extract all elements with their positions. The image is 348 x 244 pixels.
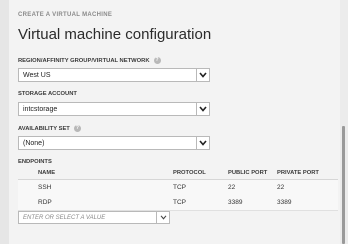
left-rail [0, 0, 9, 244]
column-header-public-port: PUBLIC PORT [228, 170, 268, 176]
region-label-row: REGION/AFFINITY GROUP/VIRTUAL NETWORK ? [18, 57, 161, 64]
endpoints-label: ENDPOINTS [18, 159, 52, 165]
endpoint-protocol: TCP [173, 199, 186, 206]
storage-value: intcstorage [23, 105, 58, 113]
endpoint-private-port: 3389 [277, 199, 292, 206]
chevron-down-icon[interactable] [196, 69, 209, 81]
scrollbar-thumb[interactable] [342, 126, 345, 244]
chevron-down-icon[interactable] [196, 103, 209, 115]
page-title: Virtual machine configuration [18, 26, 212, 43]
availability-select[interactable]: (None) [18, 136, 210, 150]
storage-label-row: STORAGE ACCOUNT [18, 91, 77, 97]
storage-label: STORAGE ACCOUNT [18, 91, 77, 97]
storage-select[interactable]: intcstorage [18, 102, 210, 116]
availability-label-row: AVAILABILITY SET ? [18, 125, 81, 132]
endpoint-name: RDP [38, 199, 52, 206]
region-value: West US [23, 71, 51, 79]
question-icon[interactable]: ? [153, 57, 161, 64]
endpoint-combo-input[interactable]: ENTER OR SELECT A VALUE [18, 211, 170, 224]
endpoint-public-port: 22 [228, 184, 236, 191]
chevron-down-icon[interactable] [196, 137, 209, 149]
chevron-down-icon[interactable] [156, 212, 169, 223]
column-header-name: NAME [38, 170, 56, 176]
availability-label: AVAILABILITY SET [18, 125, 70, 132]
table-row[interactable]: RDP TCP 3389 3389 [18, 195, 338, 211]
endpoint-protocol: TCP [173, 184, 186, 191]
column-header-private-port: PRIVATE PORT [277, 170, 319, 176]
endpoint-public-port: 3389 [228, 199, 243, 206]
region-label: REGION/AFFINITY GROUP/VIRTUAL NETWORK [18, 57, 150, 64]
availability-value: (None) [23, 139, 45, 147]
region-select[interactable]: West US [18, 68, 210, 82]
wizard-panel: CREATE A VIRTUAL MACHINE Virtual machine… [9, 0, 339, 244]
question-icon[interactable]: ? [73, 125, 81, 132]
endpoints-table-header: NAME PROTOCOL PUBLIC PORT PRIVATE PORT [18, 169, 338, 180]
endpoint-name: SSH [38, 184, 52, 191]
column-header-protocol: PROTOCOL [173, 170, 206, 176]
endpoint-private-port: 22 [277, 184, 285, 191]
table-row[interactable]: SSH TCP 22 22 [18, 180, 338, 196]
endpoint-combo-placeholder: ENTER OR SELECT A VALUE [23, 214, 106, 221]
wizard-eyebrow: CREATE A VIRTUAL MACHINE [18, 12, 113, 18]
